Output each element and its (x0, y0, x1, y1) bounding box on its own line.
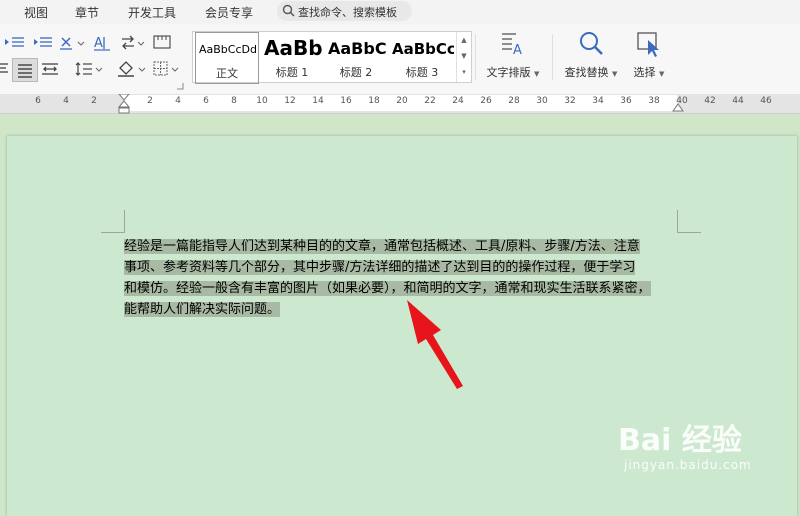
ruler-number: 4 (63, 96, 69, 106)
text-direction-icon[interactable]: A (92, 34, 112, 52)
gallery-up-icon[interactable]: ▲ (457, 32, 471, 48)
ruler-number: 32 (564, 96, 576, 106)
indent-marker-icon[interactable] (117, 94, 131, 114)
ruler-number: 8 (231, 96, 237, 106)
paragraph-line: 和模仿。经验一般含有丰富的图片（如果必要），和简明的文字，通常和现实生活联系紧密… (124, 281, 651, 296)
menu-developer-tools[interactable]: 开发工具 (128, 4, 176, 21)
ruler-number: 2 (147, 96, 153, 106)
document-canvas[interactable]: 经验是一篇能指导人们达到某种目的的文章，通常包括概述、工具/原料、步骤/方法、注… (0, 114, 800, 516)
select-cursor-icon (637, 32, 659, 57)
menu-chapter[interactable]: 章节 (75, 4, 99, 21)
style-normal[interactable]: AaBbCcDd 正文 (195, 32, 259, 84)
show-hide-marks-icon[interactable] (152, 34, 172, 50)
ruler-number: 20 (396, 96, 408, 106)
line-spacing-icon[interactable] (74, 60, 104, 78)
menu-bar: 视图 章节 开发工具 会员专享 查找命令、搜索模板 (0, 0, 800, 24)
style-heading-2-label: 标题 2 (339, 66, 373, 79)
style-heading-1-label: 标题 1 (275, 66, 309, 79)
borders-icon[interactable] (152, 60, 180, 78)
ruler-number: 26 (480, 96, 492, 106)
search-placeholder: 查找命令、搜索模板 (298, 6, 397, 19)
decrease-indent-icon[interactable] (0, 35, 30, 51)
select-button[interactable]: 选择 ▼ (628, 30, 670, 90)
style-heading-3-sample: AaBbCc (392, 40, 454, 58)
paragraph-line: 能帮助人们解决实际问题。 (124, 302, 281, 317)
ruler-number: 42 (704, 96, 716, 106)
align-left-icon[interactable] (0, 61, 10, 77)
style-normal-label: 正文 (216, 67, 238, 80)
menu-member[interactable]: 会员专享 (205, 4, 253, 21)
ruler-number: 16 (340, 96, 352, 106)
ruler-number: 28 (508, 96, 520, 106)
ruler-number: 30 (536, 96, 548, 106)
ruler-number: 6 (35, 96, 41, 106)
increase-indent-icon[interactable] (32, 35, 54, 51)
command-search-box[interactable]: 查找命令、搜索模板 (277, 1, 412, 21)
svg-text:A: A (94, 36, 103, 51)
style-heading-2[interactable]: AaBbC 标题 2 (325, 32, 387, 82)
text-layout-icon: A (502, 33, 522, 58)
find-replace-icon (580, 32, 603, 55)
ruler-number: 12 (284, 96, 296, 106)
ruler-number: 24 (452, 96, 464, 106)
find-replace-button[interactable]: 查找替换 ▼ (560, 30, 622, 90)
ruler-number: 10 (256, 96, 268, 106)
paragraph-line: 事项、参考资料等几个部分，其中步骤/方法详细的描述了达到目的的操作过程，便于学习 (124, 260, 636, 275)
style-heading-1[interactable]: AaBb 标题 1 (261, 32, 323, 82)
style-heading-1-sample: AaBb (264, 36, 323, 60)
sort-icon[interactable] (120, 34, 148, 52)
find-replace-label: 查找替换 (564, 66, 609, 79)
search-icon (282, 4, 295, 17)
ruler-number: 22 (424, 96, 436, 106)
style-normal-sample: AaBbCcDd (199, 43, 257, 56)
ruler-number: 14 (312, 96, 324, 106)
ruler-number: 34 (592, 96, 604, 106)
ribbon-separator (475, 34, 476, 80)
ruler-number: 44 (732, 96, 744, 106)
ruler-number: 38 (648, 96, 660, 106)
ruler-number: 2 (91, 96, 97, 106)
margin-corner-right-horizontal (677, 232, 701, 233)
svg-text:A: A (513, 43, 522, 58)
baidu-jingyan-watermark: Bai 经验 jingyan.baidu.com (618, 410, 798, 495)
gallery-more-icon[interactable]: ▾ (457, 64, 471, 80)
style-gallery: AaBbCcDd 正文 AaBb 标题 1 AaBbC 标题 2 AaBbCc … (192, 31, 472, 84)
ruler-number: 40 (676, 96, 688, 106)
ribbon-toolbar: A AaBbCcDd 正文 AaBb 标题 1 AaBbC 标题 2 AaBbC… (0, 24, 800, 95)
shading-icon[interactable] (116, 60, 148, 78)
distributed-align-icon[interactable] (40, 61, 60, 77)
ruler-number: 46 (760, 96, 772, 106)
text-layout-label: 文字排版 (486, 66, 531, 79)
paragraph-line: 经验是一篇能指导人们达到某种目的的文章，通常包括概述、工具/原料、步骤/方法、注… (124, 239, 640, 254)
text-layout-button[interactable]: A 文字排版 ▼ (482, 30, 544, 90)
style-heading-3-label: 标题 3 (405, 66, 439, 79)
style-heading-2-sample: AaBbC (328, 39, 387, 58)
line-spacing-shrink-icon[interactable] (58, 34, 88, 52)
text-layout-dropdown-icon: ▼ (534, 70, 540, 78)
ruler-number: 18 (368, 96, 380, 106)
annotation-arrow-icon (407, 300, 463, 389)
paragraph-settings-launcher-icon[interactable] (176, 82, 184, 90)
ruler-number: 6 (203, 96, 209, 106)
select-dropdown-icon: ▼ (659, 70, 665, 78)
horizontal-ruler[interactable]: 6 4 2 2 4 6 8 10 12 14 16 18 20 22 24 26 28 30 32 34 36 38 40 4… (0, 94, 800, 114)
ribbon-separator (552, 34, 553, 80)
find-replace-dropdown-icon: ▼ (612, 70, 618, 78)
gallery-scroll[interactable]: ▲ ▼ ▾ (456, 32, 471, 82)
margin-corner-left-vertical (124, 210, 125, 232)
justify-icon (18, 64, 32, 78)
justify-button[interactable] (12, 58, 38, 82)
ruler-number: 36 (620, 96, 632, 106)
gallery-down-icon[interactable]: ▼ (457, 48, 471, 64)
margin-corner-left-horizontal (101, 232, 125, 233)
ruler-number: 4 (175, 96, 181, 106)
watermark-url: jingyan.baidu.com (624, 458, 752, 472)
watermark-brand: Bai 经验 (618, 423, 742, 458)
select-label: 选择 (633, 66, 656, 79)
style-heading-3[interactable]: AaBbCc 标题 3 (389, 32, 455, 82)
margin-corner-right-vertical (677, 210, 678, 232)
menu-view[interactable]: 视图 (24, 4, 48, 21)
